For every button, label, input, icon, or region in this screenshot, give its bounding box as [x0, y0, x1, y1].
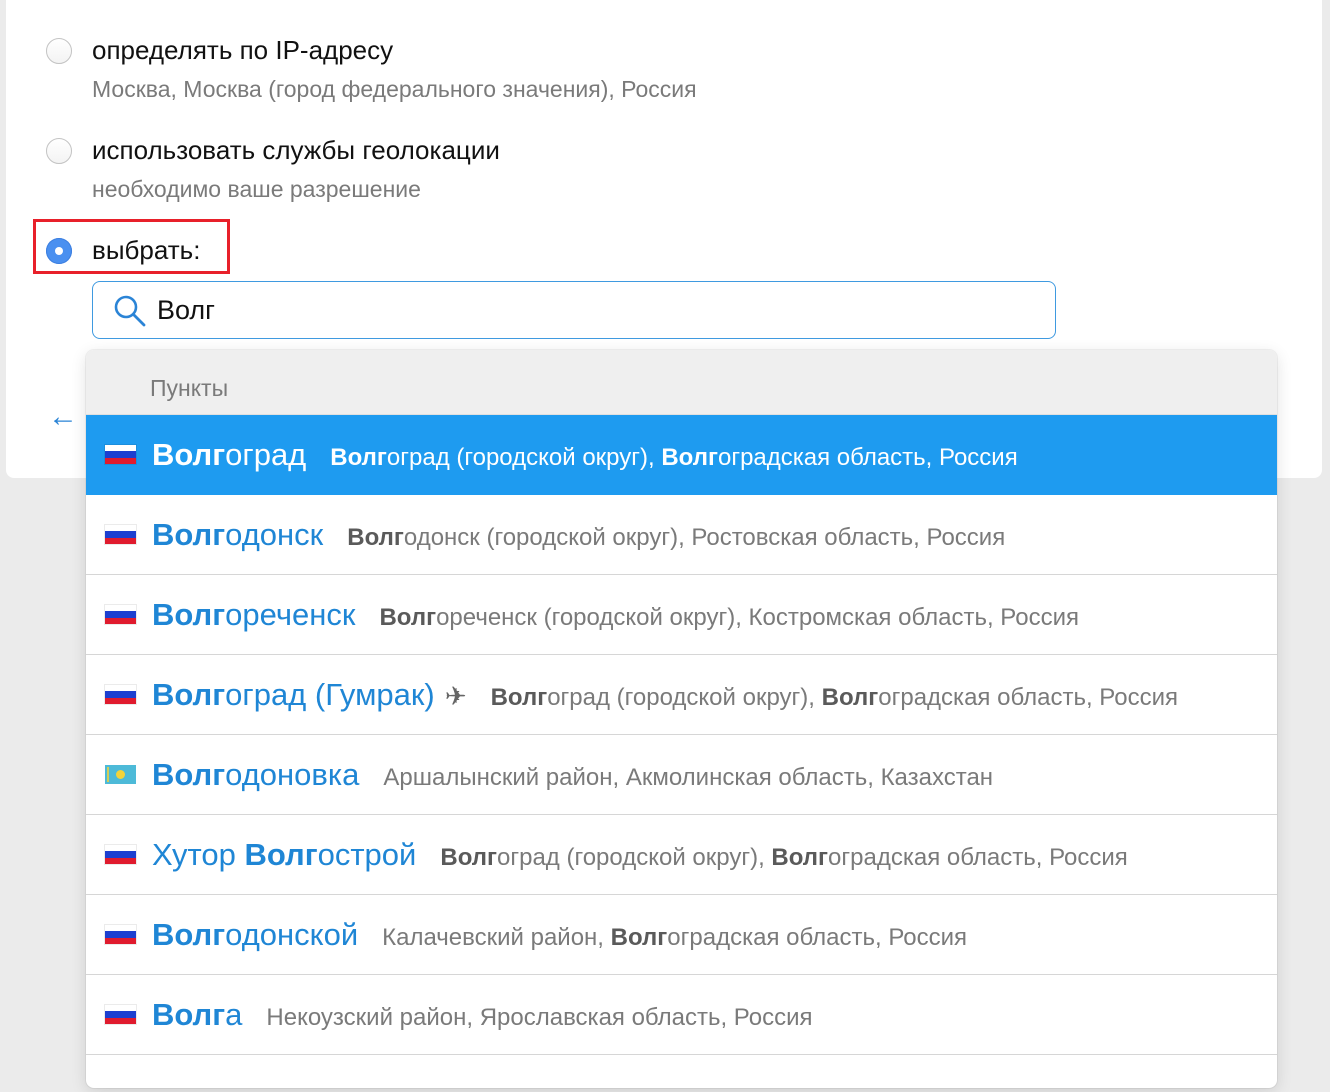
- dropdown-header-label: Пункты: [150, 375, 229, 401]
- suggestion-region: Некоузский район, Ярославская область, Р…: [266, 1004, 813, 1031]
- suggestion-region: Волгоград (городской округ), Волгоградск…: [490, 684, 1178, 711]
- suggestion-text: Волгоград Волгоград (городской округ), Во…: [152, 415, 1018, 494]
- city-search-box[interactable]: [92, 281, 1056, 339]
- suggestion-text: Волгодонск Волгодонск (городской округ), …: [152, 495, 1006, 574]
- russia-flag-icon: [105, 845, 136, 865]
- airport-plane-icon: ✈: [444, 681, 467, 711]
- russia-flag-icon: [105, 685, 136, 705]
- option-ip-label[interactable]: определять по IP-адресу: [92, 35, 393, 66]
- suggestion-city-name: Волгореченск: [152, 597, 356, 632]
- dropdown-header: Пункты: [86, 350, 1277, 415]
- suggestion-region: Волгодонск (городской округ), Ростовская…: [347, 524, 1006, 551]
- suggestion-row[interactable]: Волгореченск Волгореченск (городской окру…: [86, 575, 1277, 655]
- suggestion-city-name: Волгоград (Гумрак): [152, 677, 435, 712]
- suggestion-text: Волгодоновка Аршалынский район, Акмолинск…: [152, 735, 994, 814]
- russia-flag-icon: [105, 605, 136, 625]
- back-arrow-icon[interactable]: ←: [48, 402, 78, 432]
- suggestion-text: Волга Некоузский район, Ярославская облас…: [152, 975, 813, 1054]
- suggestion-row[interactable]: Волгоград Волгоград (городской округ), Во…: [86, 415, 1277, 495]
- kazakhstan-flag-icon: [105, 765, 136, 784]
- suggestion-city-name: Хутор Волгострой: [152, 837, 417, 872]
- radio-ip-address[interactable]: [46, 38, 72, 64]
- suggestion-row[interactable]: Волгоград (Гумрак) ✈ Волгоград (городской …: [86, 655, 1277, 735]
- highlight-annotation-box: [33, 219, 230, 274]
- russia-flag-icon: [105, 925, 136, 945]
- suggestion-text: Волгодонской Калачевский район, Волгоград…: [152, 895, 968, 974]
- suggestion-region: Аршалынский район, Акмолинская область, …: [383, 764, 994, 791]
- city-suggestions-dropdown: Пункты Волгоград Волгоград (городской окр…: [86, 350, 1277, 1088]
- suggestion-row[interactable]: Волгодонской Калачевский район, Волгоград…: [86, 895, 1277, 975]
- suggestion-city-name: Волгоград: [152, 437, 307, 472]
- suggestion-region: Калачевский район, Волгоградская область…: [382, 924, 968, 951]
- suggestion-region: Волгоград (городской округ), Волгоградск…: [440, 844, 1128, 871]
- option-ip-sublabel: Москва, Москва (город федерального значе…: [92, 76, 697, 102]
- suggestion-city-name: Волгодонск: [152, 517, 324, 552]
- suggestion-row[interactable]: Волга Некоузский район, Ярославская облас…: [86, 975, 1277, 1055]
- search-icon: [114, 295, 146, 327]
- option-geolocation-sublabel: необходимо ваше разрешение: [92, 176, 421, 202]
- option-geolocation-label[interactable]: использовать службы геолокации: [92, 135, 500, 166]
- russia-flag-icon: [105, 525, 136, 545]
- suggestion-row[interactable]: Волгодоновка Аршалынский район, Акмолинск…: [86, 735, 1277, 815]
- suggestion-row[interactable]: Хутор Волгострой Волгоград (городской окр…: [86, 815, 1277, 895]
- radio-geolocation[interactable]: [46, 138, 72, 164]
- suggestion-text: Волгореченск Волгореченск (городской окру…: [152, 575, 1079, 654]
- suggestion-city-name: Волгодонской: [152, 917, 359, 952]
- russia-flag-icon: [105, 1005, 136, 1025]
- city-search-input[interactable]: [157, 292, 1017, 328]
- suggestion-text: Хутор Волгострой Волгоград (городской окр…: [152, 815, 1128, 894]
- suggestion-text: Волгоград (Гумрак) ✈ Волгоград (городской …: [152, 655, 1178, 734]
- suggestion-region: Волгореченск (городской округ), Костромс…: [379, 604, 1079, 631]
- suggestion-row[interactable]: Волгодонск Волгодонск (городской округ), …: [86, 495, 1277, 575]
- suggestion-city-name: Волга: [152, 997, 243, 1032]
- suggestion-city-name: Волгодоновка: [152, 757, 360, 792]
- russia-flag-icon: [105, 445, 136, 465]
- suggestion-region: Волгоград (городской округ), Волгоградск…: [330, 444, 1018, 471]
